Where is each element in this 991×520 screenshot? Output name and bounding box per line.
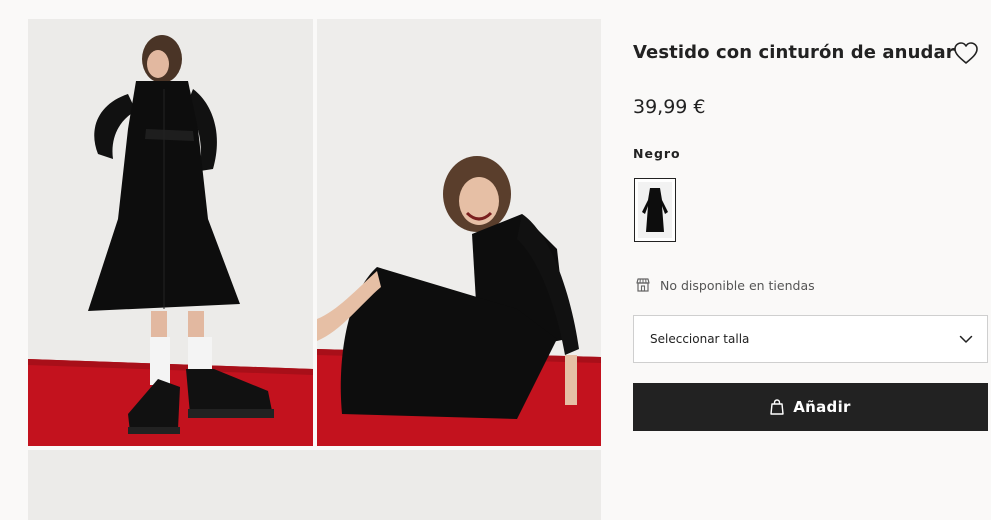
heart-icon[interactable] xyxy=(953,41,979,65)
add-to-bag-button[interactable]: Añadir xyxy=(633,383,988,431)
product-price: 39,99 € xyxy=(633,96,706,118)
product-details-panel: Vestido con cinturón de anudar 39,99 € N… xyxy=(633,0,991,520)
add-to-bag-label: Añadir xyxy=(793,398,851,416)
shopping-bag-icon xyxy=(770,399,784,415)
store-availability: No disponible en tiendas xyxy=(635,276,815,294)
size-selector[interactable]: Seleccionar talla xyxy=(633,315,988,363)
product-image-seated[interactable] xyxy=(317,19,601,446)
color-name: Negro xyxy=(633,146,681,161)
store-icon xyxy=(636,278,650,292)
availability-text: No disponible en tiendas xyxy=(660,277,815,293)
product-title: Vestido con cinturón de anudar xyxy=(633,42,955,63)
size-selector-label: Seleccionar talla xyxy=(650,332,750,346)
color-swatch-black[interactable] xyxy=(634,178,676,242)
dress-thumbnail-icon xyxy=(638,182,672,238)
product-gallery xyxy=(0,0,610,520)
chevron-down-icon xyxy=(959,335,973,343)
product-image-more[interactable] xyxy=(28,450,601,520)
product-image-standing[interactable] xyxy=(28,19,313,446)
